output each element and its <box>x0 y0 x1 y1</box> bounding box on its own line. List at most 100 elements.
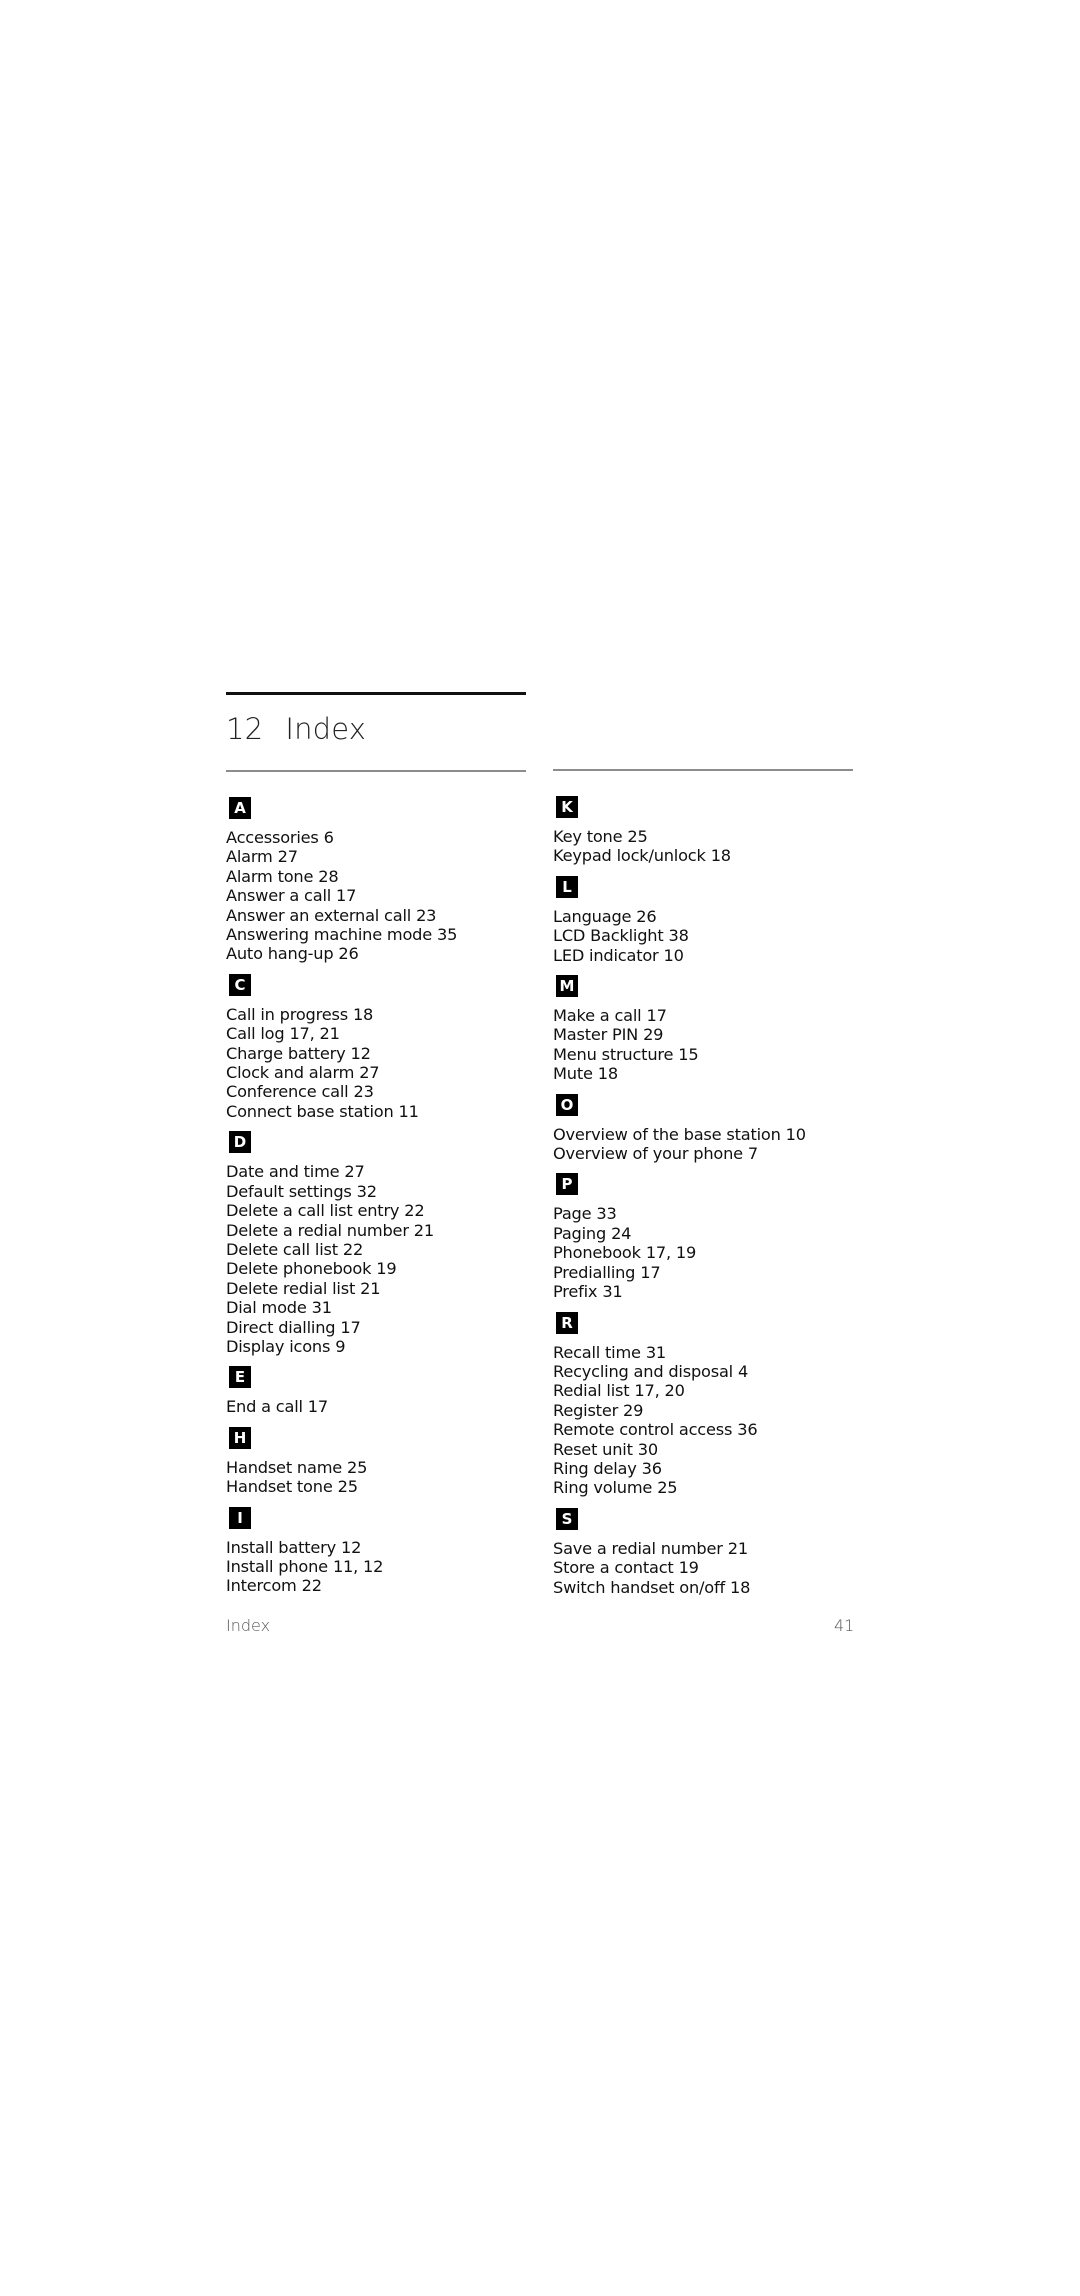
index-page-ref: 6 <box>323 828 334 847</box>
index-term: Redial list <box>553 1381 630 1401</box>
index-term: LED indicator <box>553 945 659 965</box>
index-term: Store a contact <box>553 1558 674 1578</box>
index-column-left: A Accessories 6 Alarm 27 Alarm tone 28 Answer a… <box>226 797 546 1606</box>
section-letter-badge: P <box>556 1173 578 1196</box>
index-entry-list: Recall time 31 Recycling and disposal 4 Redi… <box>553 1343 873 1498</box>
index-entry: Keypad lock/unlock 18 <box>553 846 873 865</box>
index-page-ref: 12 <box>350 1043 371 1063</box>
section-letter-badge: L <box>556 875 578 898</box>
index-term: LCD Backlight <box>553 926 664 946</box>
index-section: H Handset name 25 Handset tone 25 <box>226 1426 546 1497</box>
section-letter-badge: D <box>229 1131 251 1154</box>
index-page-ref: 10 <box>785 1124 806 1144</box>
index-page-ref: 36 <box>641 1458 662 1478</box>
index-page-ref: 31 <box>602 1282 623 1302</box>
index-entry: Mute 18 <box>553 1064 873 1083</box>
index-entry: Recycling and disposal 4 <box>553 1362 873 1381</box>
index-entry-list: Make a call 17 Master PIN 29 Menu structure 1… <box>553 1006 873 1084</box>
index-page-ref: 17, 21 <box>289 1024 340 1044</box>
index-entry-list: Accessories 6 Alarm 27 Alarm tone 28 Answer a … <box>226 828 546 964</box>
index-page-ref: 36 <box>737 1420 758 1440</box>
index-entry: Charge battery 12 <box>226 1044 546 1063</box>
index-term: Install battery <box>226 1537 336 1557</box>
index-entry: Language 26 <box>553 907 873 926</box>
index-page-ref: 29 <box>623 1400 644 1420</box>
index-page-ref: 22 <box>301 1576 322 1596</box>
index-entry: Alarm tone 28 <box>226 867 546 886</box>
index-term: Recall time <box>553 1342 641 1362</box>
index-entry: Auto hang-up 26 <box>226 944 546 963</box>
section-letter-badge: O <box>556 1093 578 1116</box>
index-term: Overview of the base station <box>553 1124 781 1144</box>
index-entry: Delete a redial number 21 <box>226 1221 546 1240</box>
index-entry: Answer a call 17 <box>226 886 546 905</box>
index-term: Clock and alarm <box>226 1063 355 1083</box>
index-page-ref: 22 <box>342 1239 364 1259</box>
index-entry: Ring volume 25 <box>553 1478 873 1497</box>
index-page-ref: 18 <box>729 1577 751 1597</box>
index-term: End a call <box>226 1397 303 1417</box>
index-term: Delete call list <box>226 1239 338 1259</box>
index-entry: Overview of your phone 7 <box>553 1144 873 1163</box>
index-page-ref: 21 <box>727 1538 748 1558</box>
index-page-ref: 31 <box>645 1342 667 1362</box>
index-entry: Install battery 12 <box>226 1538 546 1557</box>
index-term: Handset tone <box>226 1477 333 1497</box>
index-page-ref: 17 <box>336 886 357 906</box>
chapter-title-text: Index <box>285 712 367 746</box>
index-entry: Switch handset on/off 18 <box>553 1578 873 1597</box>
index-page-ref: 24 <box>611 1223 632 1243</box>
index-term: Delete phonebook <box>226 1259 372 1279</box>
index-page-ref: 32 <box>356 1181 377 1201</box>
index-term: Call log <box>226 1024 285 1044</box>
index-page-ref: 30 <box>637 1439 658 1459</box>
index-term: Intercom <box>226 1576 297 1596</box>
index-page-ref: 22 <box>404 1201 425 1221</box>
index-entry: Handset name 25 <box>226 1458 546 1477</box>
section-letter-badge: A <box>229 797 251 819</box>
index-entry-list: Date and time 27 Default settings 32 Delete … <box>226 1162 546 1356</box>
index-entry: Predialling 17 <box>553 1263 873 1282</box>
index-section: S Save a redial number 21 Store a contact 19… <box>553 1507 873 1597</box>
index-entry: Answer an external call 23 <box>226 906 546 925</box>
index-page-ref: 25 <box>657 1478 678 1498</box>
index-entry-list: Install battery 12 Install phone 11, 12 Inte… <box>226 1538 546 1596</box>
index-term: Call in progress <box>226 1004 348 1024</box>
index-entry-list: Handset name 25 Handset tone 25 <box>226 1458 546 1497</box>
index-entry: Handset tone 25 <box>226 1477 546 1496</box>
index-page-ref: 4 <box>737 1361 749 1381</box>
section-letter-badge: I <box>229 1506 251 1529</box>
index-page-ref: 17 <box>640 1262 661 1282</box>
index-term: Ring volume <box>553 1478 653 1498</box>
index-entry-list: Language 26 LCD Backlight 38 LED indicator 10 <box>553 907 873 965</box>
index-term: Reset unit <box>553 1439 633 1459</box>
index-entry-list: Key tone 25 Keypad lock/unlock 18 <box>553 827 873 866</box>
index-page-ref: 11, 12 <box>332 1556 384 1576</box>
index-entry: Accessories 6 <box>226 828 546 847</box>
index-section: C Call in progress 18 Call log 17, 21 Charge … <box>226 973 546 1121</box>
index-entry: Menu structure 15 <box>553 1045 873 1064</box>
index-entry: Dial mode 31 <box>226 1298 546 1317</box>
index-page-ref: 38 <box>668 926 689 946</box>
index-term: Prefix <box>553 1282 598 1302</box>
index-entry: Answering machine mode 35 <box>226 925 546 944</box>
index-entry: Prefix 31 <box>553 1282 873 1301</box>
index-term: Make a call <box>553 1006 642 1026</box>
index-entry: Master PIN 29 <box>553 1025 873 1044</box>
section-letter-badge: R <box>556 1311 578 1334</box>
index-entry: Display icons 9 <box>226 1337 546 1356</box>
index-term: Master PIN <box>553 1025 639 1045</box>
index-term: Date and time <box>226 1162 340 1182</box>
index-page-ref: 19 <box>376 1259 397 1279</box>
index-entry-list: End a call 17 <box>226 1397 546 1416</box>
index-page-ref: 21 <box>360 1278 381 1298</box>
index-entry: Redial list 17, 20 <box>553 1381 873 1400</box>
index-term: Delete a redial number <box>226 1220 409 1240</box>
index-entry: Clock and alarm 27 <box>226 1063 546 1082</box>
index-entry: Remote control access 36 <box>553 1420 873 1439</box>
index-entry: Delete a call list entry 22 <box>226 1201 546 1220</box>
section-letter-badge: M <box>556 975 578 998</box>
index-entry: Delete call list 22 <box>226 1240 546 1259</box>
index-term: Conference call <box>226 1082 349 1102</box>
index-entry: Phonebook 17, 19 <box>553 1243 873 1262</box>
